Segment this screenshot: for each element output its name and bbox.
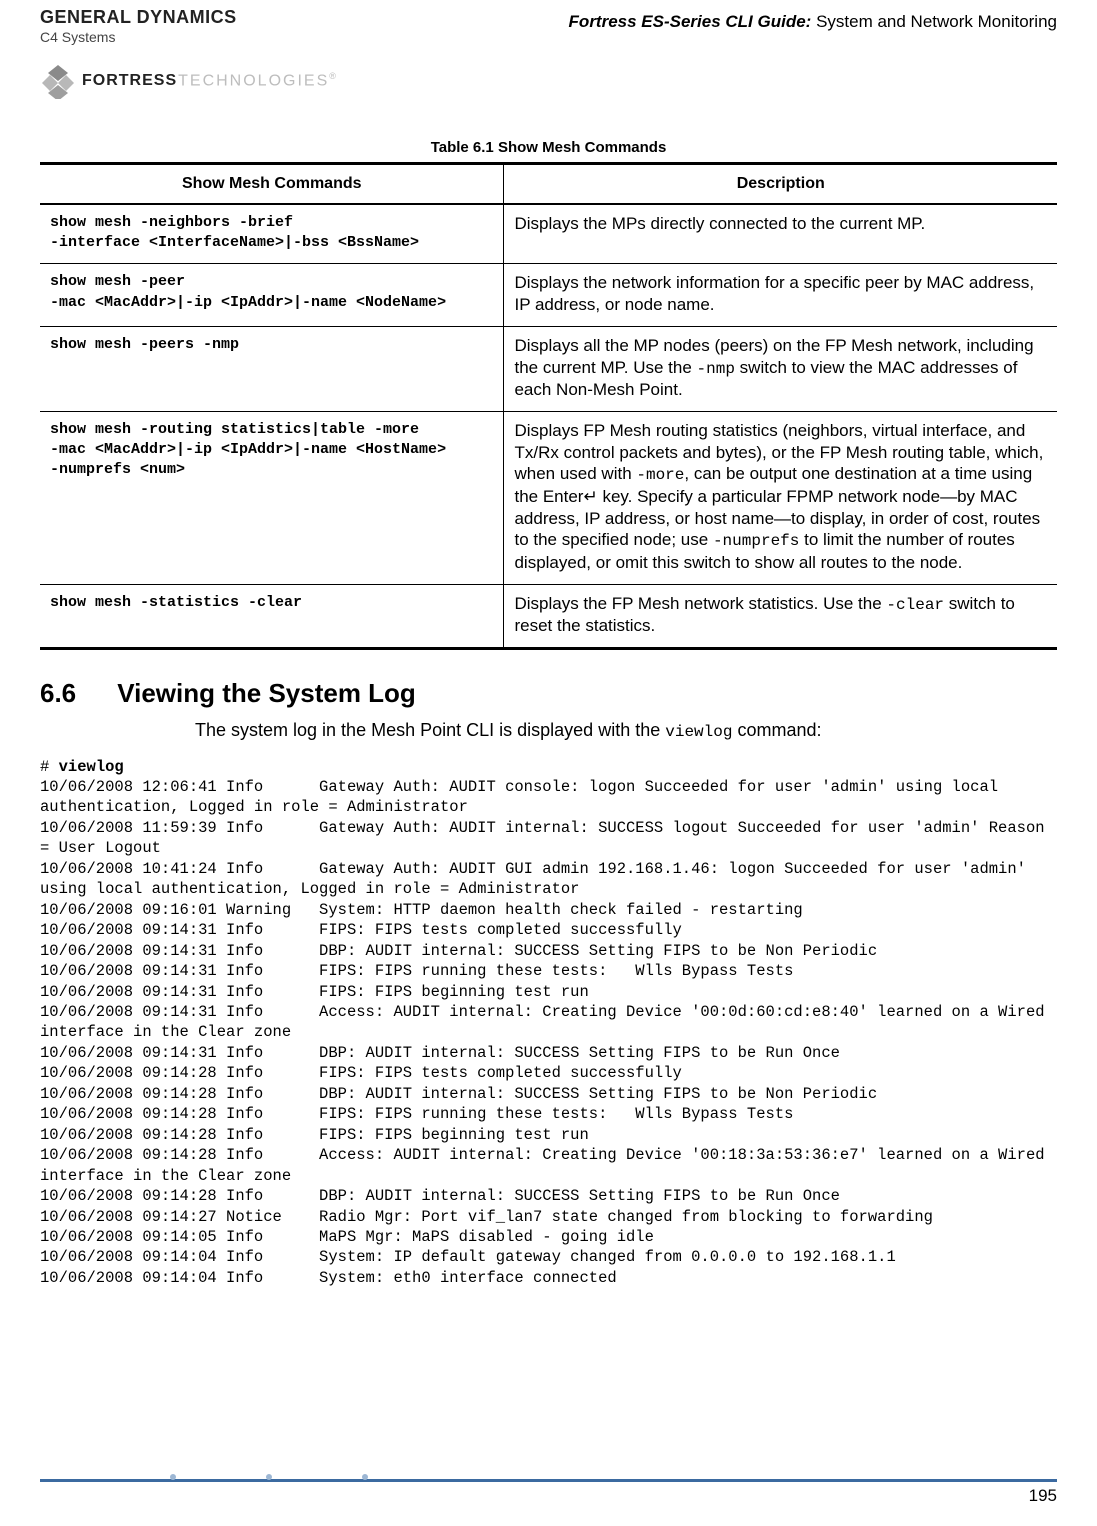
fortress-icon (40, 63, 76, 99)
table-row: show mesh -statistics -clear Displays th… (40, 584, 1057, 648)
para-mono: viewlog (665, 723, 732, 741)
desc-part: Displays the FP Mesh network statistics.… (514, 594, 886, 613)
cmd-text: show mesh -peer -mac <MacAddr>|-ip <IpAd… (50, 272, 493, 313)
logo-block: GENERAL DYNAMICS C4 Systems FORTRESS (40, 8, 338, 99)
guide-title-em: Fortress ES-Series CLI Guide: (569, 12, 812, 31)
desc-mono: -nmp (697, 360, 735, 378)
desc-text: Displays all the MP nodes (peers) on the… (504, 326, 1057, 411)
desc-mono: -numprefs (713, 532, 799, 550)
enter-key: Enter↵ (543, 487, 598, 506)
viewlog-output: # viewlog 10/06/2008 12:06:41 Info Gatew… (40, 757, 1057, 1289)
cmd-text: show mesh -neighbors -brief -interface <… (50, 213, 493, 254)
section-title-text: Viewing the System Log (117, 678, 416, 708)
dot-icon (362, 1474, 368, 1480)
page-footer: 195 (40, 1479, 1057, 1506)
table-caption: Table 6.1 Show Mesh Commands (40, 139, 1057, 156)
table-row: show mesh -peer -mac <MacAddr>|-ip <IpAd… (40, 264, 1057, 327)
section-number: 6.6 (40, 678, 110, 709)
brand-reg: ® (329, 71, 338, 81)
para-part: The system log in the Mesh Point CLI is … (195, 720, 665, 740)
table-row: show mesh -peers -nmp Displays all the M… (40, 326, 1057, 411)
col-commands: Show Mesh Commands (40, 163, 504, 204)
company-subline: C4 Systems (40, 29, 115, 45)
guide-title: Fortress ES-Series CLI Guide: System and… (569, 12, 1057, 32)
footer-decoration (170, 1474, 368, 1480)
table-row: show mesh -routing statistics|table -mor… (40, 411, 1057, 584)
desc-mono: -clear (886, 596, 944, 614)
log-body: 10/06/2008 12:06:41 Info Gateway Auth: A… (40, 778, 1054, 1287)
company-name: GENERAL DYNAMICS (40, 8, 237, 27)
para-part: command: (732, 720, 821, 740)
brand-technologies: TECHNOLOGIES® (178, 71, 338, 90)
desc-text: Displays the MPs directly connected to t… (504, 204, 1057, 264)
brand-tech-text: TECHNOLOGIES (178, 73, 329, 90)
table-header-row: Show Mesh Commands Description (40, 163, 1057, 204)
section-heading: 6.6 Viewing the System Log (40, 678, 1057, 709)
desc-text: Displays the FP Mesh network statistics.… (504, 584, 1057, 648)
cmd-text: show mesh -routing statistics|table -mor… (50, 420, 493, 481)
section-paragraph: The system log in the Mesh Point CLI is … (195, 719, 915, 743)
cmd-text: show mesh -statistics -clear (50, 593, 493, 613)
shell-command: viewlog (59, 758, 124, 776)
desc-mono: -more (636, 466, 684, 484)
col-description: Description (504, 163, 1057, 204)
cmd-text: show mesh -peers -nmp (50, 335, 493, 355)
page-number: 195 (1029, 1486, 1057, 1506)
brand-fortress: FORTRESS (82, 72, 177, 90)
desc-text: Displays the network information for a s… (504, 264, 1057, 327)
page-header: GENERAL DYNAMICS C4 Systems FORTRESS (40, 0, 1057, 99)
table-row: show mesh -neighbors -brief -interface <… (40, 204, 1057, 264)
shell-prompt: # (40, 758, 59, 776)
dot-icon (170, 1474, 176, 1480)
guide-title-rest: System and Network Monitoring (811, 12, 1057, 31)
desc-text: Displays FP Mesh routing statistics (nei… (504, 411, 1057, 584)
brand-row: FORTRESS TECHNOLOGIES® (40, 63, 338, 99)
page: GENERAL DYNAMICS C4 Systems FORTRESS (0, 0, 1097, 1526)
show-mesh-commands-table: Show Mesh Commands Description show mesh… (40, 162, 1057, 650)
dot-icon (266, 1474, 272, 1480)
